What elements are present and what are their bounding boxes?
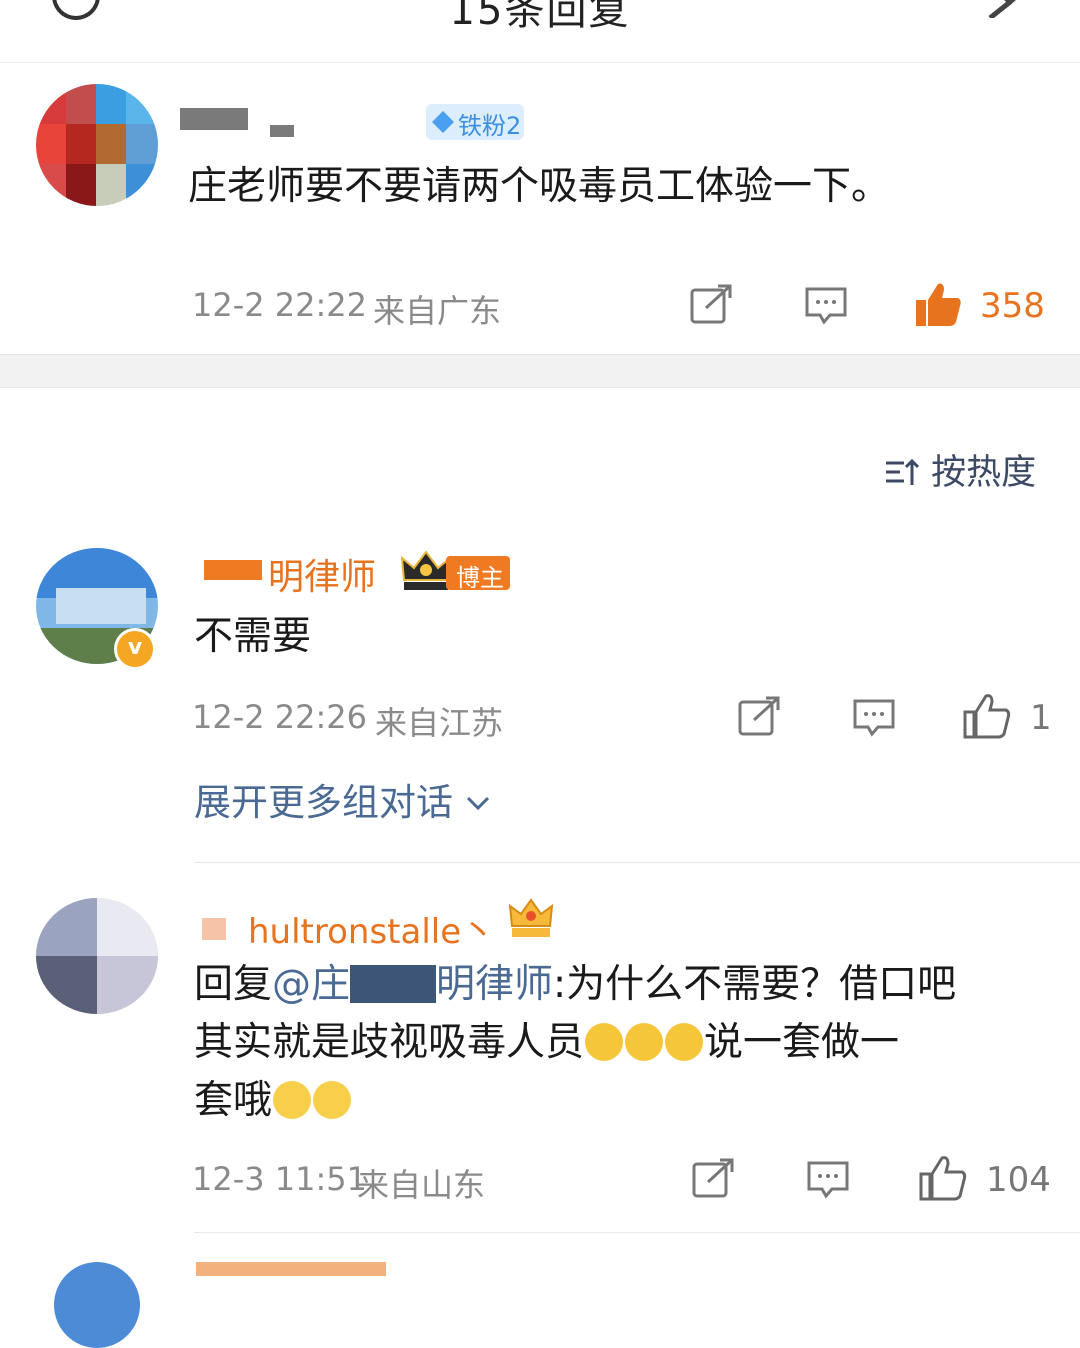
sort-icon xyxy=(886,458,920,485)
username-redacted[interactable] xyxy=(204,560,262,580)
comment-icon[interactable] xyxy=(852,698,896,738)
reply-prefix: 回复 xyxy=(194,962,273,1007)
reply-text-line3: 套哦 xyxy=(194,1078,273,1123)
section-divider xyxy=(0,354,1080,388)
diamond-icon xyxy=(432,111,454,133)
sort-button[interactable]: 按热度 xyxy=(884,444,1036,495)
like-icon[interactable] xyxy=(918,1154,968,1202)
comment-text: 不需要 xyxy=(194,614,312,659)
username-redacted[interactable] xyxy=(202,918,226,940)
verified-icon: v xyxy=(114,628,156,670)
comment-icon[interactable] xyxy=(804,286,848,326)
like-count: 1 xyxy=(1030,698,1052,738)
repost-icon[interactable] xyxy=(738,696,782,736)
username[interactable]: 明律师 xyxy=(268,548,376,600)
reply-header: 15条回复 xyxy=(0,0,1080,63)
timestamp: 12-2 22:22 xyxy=(192,286,368,324)
like-count: 104 xyxy=(986,1160,1051,1200)
mention-name: 明律师 xyxy=(436,962,554,1007)
timestamp: 12-3 11:51 xyxy=(192,1160,368,1198)
location: 来自江苏 xyxy=(375,704,504,742)
comment-text: 回复@庄 明律师:为什么不需要？借口吧 其实就是歧视吸毒人员 说一套做一 套哦 xyxy=(194,956,1054,1130)
expand-label: 展开更多组对话 xyxy=(194,781,453,824)
crying-emoji-icon xyxy=(585,1023,624,1061)
repost-icon[interactable] xyxy=(690,284,734,324)
badge-label: 铁粉2 xyxy=(458,112,522,140)
sort-label: 按热度 xyxy=(931,453,1037,493)
crown-icon xyxy=(400,550,452,590)
divider xyxy=(194,862,1080,863)
divider xyxy=(194,1232,1080,1233)
username[interactable]: hultronstalle丶 xyxy=(248,904,495,953)
comment-text: 庄老师要不要请两个吸毒员工体验一下。 xyxy=(188,164,891,209)
fan-badge: 铁粉2 xyxy=(426,104,524,140)
avatar[interactable] xyxy=(36,84,158,206)
location: 来自广东 xyxy=(373,292,502,330)
timestamp: 12-2 22:26 xyxy=(192,698,368,736)
author-badge: 博主 xyxy=(446,556,510,592)
reply-text-line2-rest: 说一套做一 xyxy=(704,1020,900,1065)
pleading-emoji-icon xyxy=(313,1081,352,1119)
username-redacted[interactable] xyxy=(180,108,248,130)
repost-icon[interactable] xyxy=(692,1158,736,1198)
crying-emoji-icon xyxy=(625,1023,664,1061)
reply-text-line1: :为什么不需要？借口吧 xyxy=(553,962,957,1007)
like-icon[interactable] xyxy=(962,692,1012,740)
like-icon[interactable] xyxy=(914,280,964,328)
location: 来自山东 xyxy=(357,1166,486,1204)
comment-icon[interactable] xyxy=(806,1160,850,1200)
chevron-down-icon xyxy=(466,796,489,811)
mention-link[interactable]: @庄 明律师 xyxy=(272,962,553,1007)
avatar[interactable] xyxy=(54,1262,140,1348)
pleading-emoji-icon xyxy=(273,1081,312,1119)
crying-emoji-icon xyxy=(665,1023,704,1061)
page-title: 15条回复 xyxy=(449,0,631,34)
crown-icon xyxy=(508,898,554,937)
like-count: 358 xyxy=(980,286,1045,326)
username-redacted xyxy=(270,125,294,137)
avatar[interactable] xyxy=(36,898,158,1014)
close-icon[interactable] xyxy=(988,0,1032,18)
mention-prefix: @庄 xyxy=(272,962,351,1007)
mention-redacted xyxy=(350,965,437,1003)
author-badge-label: 博主 xyxy=(456,564,504,592)
reply-text-line2: 其实就是歧视吸毒人员 xyxy=(194,1020,585,1065)
expand-conversation-link[interactable]: 展开更多组对话 xyxy=(194,772,491,826)
